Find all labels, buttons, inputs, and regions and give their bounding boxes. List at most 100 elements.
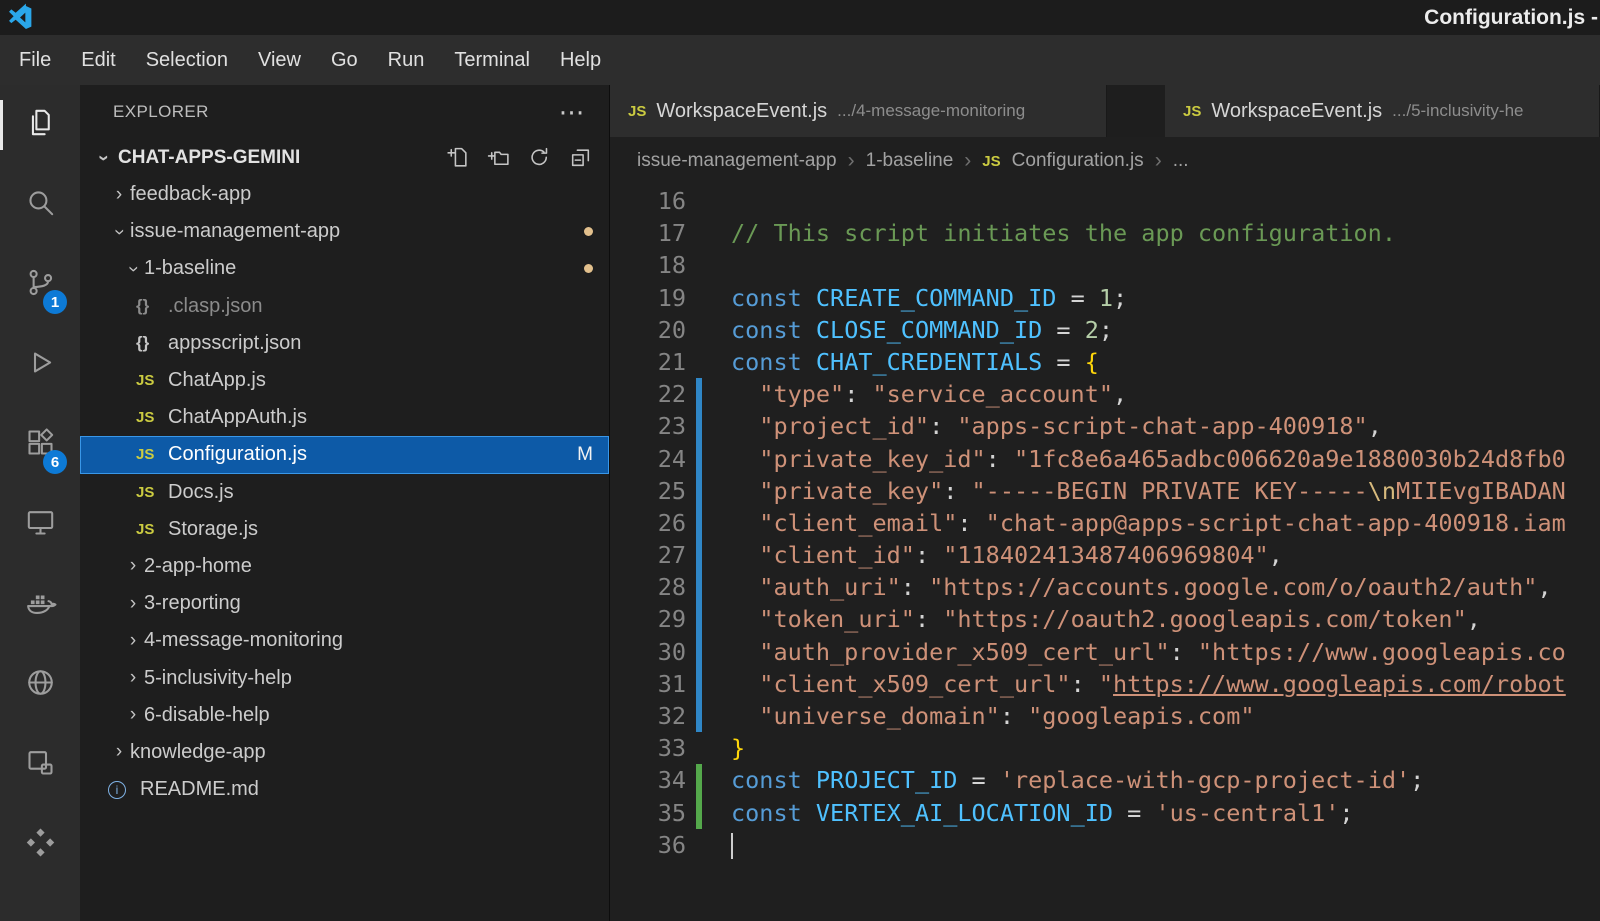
code-line-18[interactable]: 18	[610, 249, 1600, 281]
code-line-29[interactable]: 29 "token_uri": "https://oauth2.googleap…	[610, 603, 1600, 635]
chevron-right-icon: ›	[122, 630, 144, 652]
tree-item-ChatApp.js[interactable]: JSChatApp.js	[80, 362, 609, 399]
remote-explorer-icon	[24, 506, 57, 544]
activity-explorer-button[interactable]	[0, 85, 80, 165]
activity-source-control-button[interactable]: 1	[0, 245, 80, 325]
code-line-26[interactable]: 26 "client_email": "chat-app@apps-script…	[610, 507, 1600, 539]
code-line-22[interactable]: 22 "type": "service_account",	[610, 378, 1600, 410]
tree-item-1-baseline[interactable]: ›1-baseline	[80, 250, 609, 287]
menu-edit[interactable]: Edit	[66, 49, 130, 72]
tree-item-2-app-home[interactable]: ›2-app-home	[80, 548, 609, 585]
code-text: "client_id": "118402413487406969804",	[731, 539, 1283, 571]
code-line-16[interactable]: 16	[610, 185, 1600, 217]
code-line-30[interactable]: 30 "auth_provider_x509_cert_url": "https…	[610, 636, 1600, 668]
js-file-icon: JS	[136, 446, 168, 463]
info-file-icon: i	[108, 781, 140, 799]
line-number: 18	[610, 249, 686, 281]
line-number: 32	[610, 700, 686, 732]
line-number: 21	[610, 346, 686, 378]
tree-item-label: Configuration.js	[168, 443, 307, 466]
activity-search-button[interactable]	[0, 165, 80, 245]
tree-item-feedback-app[interactable]: ›feedback-app	[80, 176, 609, 213]
tree-item-label: ChatAppAuth.js	[168, 406, 307, 429]
tree-item-issue-management-app[interactable]: ›issue-management-app	[80, 213, 609, 250]
code-line-27[interactable]: 27 "client_id": "118402413487406969804",	[610, 539, 1600, 571]
menu-help[interactable]: Help	[545, 49, 616, 72]
collapse-all-icon[interactable]	[568, 145, 593, 170]
code-line-19[interactable]: 19const CREATE_COMMAND_ID = 1;	[610, 282, 1600, 314]
new-file-icon[interactable]	[445, 145, 470, 170]
menu-go[interactable]: Go	[316, 49, 373, 72]
js-file-icon: JS	[628, 103, 646, 120]
activity-remote-explorer-button[interactable]	[0, 485, 80, 565]
code-line-28[interactable]: 28 "auth_uri": "https://accounts.google.…	[610, 571, 1600, 603]
tree-item-label: appsscript.json	[168, 332, 301, 355]
chevron-right-icon: ›	[122, 704, 144, 726]
activity-globe-button[interactable]	[0, 645, 80, 725]
ellipsis-icon[interactable]: ⋯	[559, 107, 585, 117]
breadcrumb-symbol[interactable]: ...	[1173, 150, 1189, 172]
refresh-icon[interactable]	[527, 145, 552, 170]
tree-item-README.md[interactable]: iREADME.md	[80, 771, 609, 808]
breadcrumb-folder[interactable]: 1-baseline	[866, 150, 954, 172]
breadcrumb-file[interactable]: Configuration.js	[1012, 150, 1144, 172]
tree-item-Configuration.js[interactable]: JSConfiguration.jsM	[80, 436, 609, 473]
code-line-17[interactable]: 17// This script initiates the app confi…	[610, 217, 1600, 249]
code-line-35[interactable]: 35const VERTEX_AI_LOCATION_ID = 'us-cent…	[610, 797, 1600, 829]
tab-label: WorkspaceEvent.js	[1211, 100, 1382, 123]
menu-terminal[interactable]: Terminal	[439, 49, 545, 72]
tree-item-ChatAppAuth.js[interactable]: JSChatAppAuth.js	[80, 399, 609, 436]
activity-preview-button[interactable]	[0, 725, 80, 805]
line-number: 29	[610, 603, 686, 635]
code-line-25[interactable]: 25 "private_key": "-----BEGIN PRIVATE KE…	[610, 475, 1600, 507]
code-line-34[interactable]: 34const PROJECT_ID = 'replace-with-gcp-p…	[610, 764, 1600, 796]
chevron-right-icon: ›	[122, 593, 144, 615]
gutter-add-indicator	[696, 764, 702, 796]
tab-workspaceevent-4-message-monitoring[interactable]: JS WorkspaceEvent.js .../4-message-monit…	[610, 85, 1107, 137]
gutter	[696, 185, 702, 217]
tree-item-.clasp.json[interactable]: {}.clasp.json	[80, 288, 609, 325]
menu-view[interactable]: View	[243, 49, 316, 72]
code-line-31[interactable]: 31 "client_x509_cert_url": "https://www.…	[610, 668, 1600, 700]
gutter-mod-indicator	[696, 378, 702, 410]
editor-area: JS WorkspaceEvent.js .../4-message-monit…	[610, 85, 1600, 921]
gutter	[696, 249, 702, 281]
code-line-20[interactable]: 20const CLOSE_COMMAND_ID = 2;	[610, 314, 1600, 346]
tree-item-Docs.js[interactable]: JSDocs.js	[80, 474, 609, 511]
code-line-21[interactable]: 21const CHAT_CREDENTIALS = {	[610, 346, 1600, 378]
activity-docker-button[interactable]	[0, 565, 80, 645]
activity-diamonds-button[interactable]	[0, 805, 80, 885]
code-line-33[interactable]: 33}	[610, 732, 1600, 764]
tree-item-label: 1-baseline	[144, 257, 236, 280]
line-number: 23	[610, 410, 686, 442]
code-line-36[interactable]: 36	[610, 829, 1600, 861]
line-number: 28	[610, 571, 686, 603]
code-line-23[interactable]: 23 "project_id": "apps-script-chat-app-4…	[610, 410, 1600, 442]
tree-item-appsscript.json[interactable]: {}appsscript.json	[80, 325, 609, 362]
activity-run-debug-button[interactable]	[0, 325, 80, 405]
menu-bar: File Edit Selection View Go Run Terminal…	[0, 35, 1600, 85]
line-number: 25	[610, 475, 686, 507]
tree-item-3-reporting[interactable]: ›3-reporting	[80, 585, 609, 622]
menu-run[interactable]: Run	[373, 49, 440, 72]
tab-label: WorkspaceEvent.js	[656, 100, 827, 123]
tree-item-knowledge-app[interactable]: ›knowledge-app	[80, 734, 609, 771]
new-folder-icon[interactable]	[486, 145, 511, 170]
menu-file[interactable]: File	[4, 49, 66, 72]
tree-item-6-disable-help[interactable]: ›6-disable-help	[80, 697, 609, 734]
gutter	[696, 282, 702, 314]
code-area[interactable]: 1617// This script initiates the app con…	[610, 185, 1600, 921]
breadcrumb-folder[interactable]: issue-management-app	[637, 150, 837, 172]
tab-bar: JS WorkspaceEvent.js .../4-message-monit…	[610, 85, 1600, 137]
tree-item-4-message-monitoring[interactable]: ›4-message-monitoring	[80, 622, 609, 659]
js-file-icon: JS	[136, 521, 168, 538]
chevron-right-icon: ›	[1155, 149, 1162, 173]
activity-extensions-button[interactable]: 6	[0, 405, 80, 485]
tree-item-Storage.js[interactable]: JSStorage.js	[80, 511, 609, 548]
tree-item-5-inclusivity-help[interactable]: ›5-inclusivity-help	[80, 659, 609, 696]
tab-workspaceevent-5-inclusivity-help[interactable]: JS WorkspaceEvent.js .../5-inclusivity-h…	[1165, 85, 1600, 137]
code-line-32[interactable]: 32 "universe_domain": "googleapis.com"	[610, 700, 1600, 732]
workspace-section-header[interactable]: › CHAT-APPS-GEMINI	[80, 139, 609, 176]
menu-selection[interactable]: Selection	[131, 49, 243, 72]
code-line-24[interactable]: 24 "private_key_id": "1fc8e6a465adbc0066…	[610, 443, 1600, 475]
